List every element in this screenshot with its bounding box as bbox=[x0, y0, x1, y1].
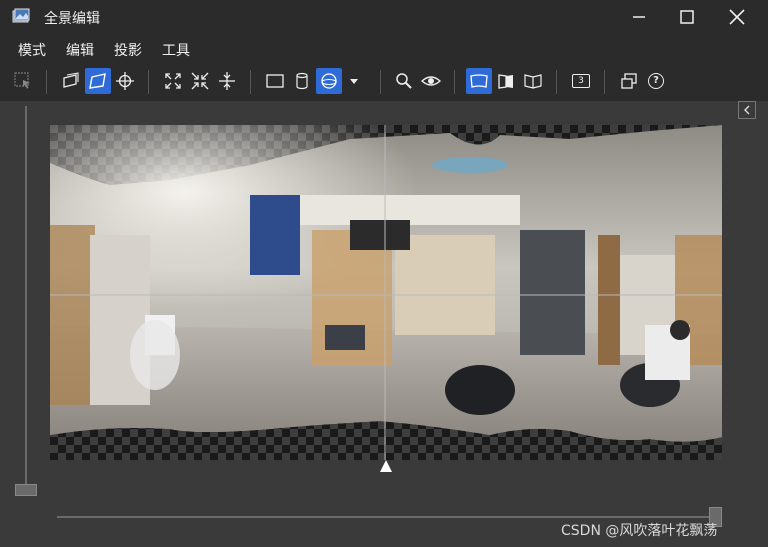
flat-view-icon bbox=[470, 74, 488, 88]
window-title: 全景编辑 bbox=[44, 11, 100, 27]
maximize-button[interactable] bbox=[664, 2, 710, 32]
panorama-image bbox=[50, 125, 722, 460]
panorama-preview[interactable] bbox=[50, 125, 722, 460]
book-view-button[interactable] bbox=[520, 68, 546, 94]
vertical-fov-slider-thumb[interactable] bbox=[15, 484, 37, 496]
vertical-fov-slider-track[interactable] bbox=[25, 106, 27, 491]
preview-eye-icon bbox=[421, 76, 441, 86]
dropdown-icon bbox=[350, 79, 358, 84]
cylinder-button[interactable] bbox=[289, 68, 315, 94]
help-glyph: ? bbox=[653, 75, 659, 86]
horizon-marker-icon[interactable] bbox=[379, 459, 393, 473]
menu-bar: 模式 编辑 投影 工具 bbox=[0, 36, 768, 62]
sphere-button[interactable] bbox=[316, 68, 342, 94]
minimize-icon bbox=[633, 16, 645, 18]
app-icon bbox=[12, 8, 30, 23]
half-view-button[interactable] bbox=[493, 68, 519, 94]
half-view-icon bbox=[498, 74, 513, 89]
shrink-button[interactable] bbox=[187, 68, 213, 94]
expand-button[interactable] bbox=[160, 68, 186, 94]
window-icon bbox=[621, 73, 637, 89]
crosshair-button[interactable] bbox=[112, 68, 138, 94]
number-3-icon: 3 bbox=[572, 74, 590, 88]
toolbar-separator bbox=[148, 70, 149, 94]
cylinder-icon bbox=[296, 72, 308, 90]
rectilinear-button[interactable] bbox=[262, 68, 288, 94]
number-badge-label: 3 bbox=[578, 76, 584, 86]
perspective-icon bbox=[89, 73, 106, 89]
toolbar-separator bbox=[250, 70, 251, 94]
flat-view-button[interactable] bbox=[466, 68, 492, 94]
center-compress-button[interactable] bbox=[214, 68, 240, 94]
numbered-button[interactable]: 3 bbox=[568, 68, 594, 94]
rectilinear-icon bbox=[266, 74, 284, 88]
menu-mode[interactable]: 模式 bbox=[18, 40, 46, 60]
sphere-icon bbox=[321, 73, 337, 89]
center-compress-icon bbox=[219, 72, 235, 90]
toolbar-separator bbox=[46, 70, 47, 94]
layers-button[interactable] bbox=[58, 68, 84, 94]
title-bar: 全景编辑 bbox=[0, 0, 768, 34]
expand-icon bbox=[165, 73, 181, 89]
help-button[interactable]: ? bbox=[643, 68, 669, 94]
toolbar-separator bbox=[454, 70, 455, 94]
book-view-icon bbox=[524, 74, 542, 89]
menu-edit[interactable]: 编辑 bbox=[66, 40, 94, 60]
horizontal-fov-slider-track[interactable] bbox=[57, 516, 717, 518]
toolbar-separator bbox=[556, 70, 557, 94]
watermark: CSDN @风吹落叶花飘荡 bbox=[561, 523, 718, 539]
maximize-icon bbox=[680, 10, 694, 24]
close-icon bbox=[729, 9, 745, 25]
help-icon: ? bbox=[648, 73, 664, 89]
minimize-button[interactable] bbox=[616, 2, 662, 32]
toolbar-separator bbox=[380, 70, 381, 94]
window-button[interactable] bbox=[616, 68, 642, 94]
select-button[interactable] bbox=[10, 68, 36, 94]
menu-tools[interactable]: 工具 bbox=[162, 40, 190, 60]
shrink-icon bbox=[191, 72, 209, 90]
zoom-icon bbox=[396, 73, 412, 89]
select-icon bbox=[14, 72, 30, 89]
collapse-panel-button[interactable] bbox=[738, 101, 756, 119]
chevron-left-icon bbox=[744, 105, 750, 115]
crosshair-icon bbox=[116, 72, 134, 90]
close-button[interactable] bbox=[714, 2, 760, 32]
menu-projection[interactable]: 投影 bbox=[114, 40, 142, 60]
zoom-button[interactable] bbox=[391, 68, 417, 94]
projection-dropdown-button[interactable] bbox=[344, 68, 364, 94]
layers-icon bbox=[63, 72, 79, 88]
toolbar-separator bbox=[604, 70, 605, 94]
toolbar: 3 ? bbox=[0, 64, 768, 100]
perspective-button[interactable] bbox=[85, 68, 111, 94]
preview-button[interactable] bbox=[418, 68, 444, 94]
